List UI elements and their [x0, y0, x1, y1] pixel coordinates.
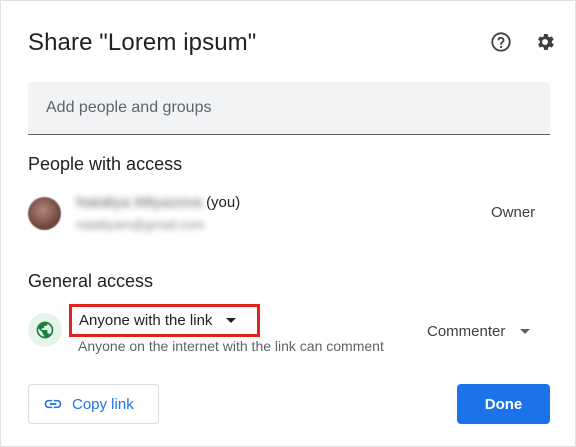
chevron-down-icon [520, 328, 531, 334]
person-name-row: Nataliya Mityazova (you) [76, 194, 240, 211]
copy-link-label: Copy link [72, 395, 134, 413]
share-dialog: Share "Lorem ipsum" People with access N… [0, 0, 576, 447]
add-people-field[interactable] [28, 82, 550, 135]
people-with-access-heading: People with access [28, 154, 183, 174]
general-access-label: Anyone with the link [79, 312, 213, 329]
copy-link-button[interactable]: Copy link [28, 384, 159, 424]
general-access-heading: General access [28, 271, 154, 291]
dialog-title: Share "Lorem ipsum" [28, 29, 257, 56]
help-icon[interactable] [488, 29, 514, 55]
person-name: Nataliya Mityazova [76, 194, 202, 211]
general-access-dropdown[interactable]: Anyone with the link [69, 304, 260, 337]
done-button[interactable]: Done [457, 384, 550, 424]
you-label: (you) [206, 194, 241, 211]
globe-icon [28, 313, 62, 347]
person-email: nataliyam@gmail.com [76, 217, 205, 232]
link-icon [44, 399, 62, 409]
avatar [28, 197, 61, 230]
chevron-down-icon [226, 318, 237, 323]
general-access-description: Anyone on the internet with the link can… [78, 338, 384, 354]
role-dropdown[interactable]: Commenter [427, 321, 531, 341]
owner-role-label: Owner [491, 204, 536, 221]
gear-icon[interactable] [532, 29, 558, 55]
add-people-input[interactable] [28, 82, 550, 134]
role-label: Commenter [427, 322, 506, 340]
